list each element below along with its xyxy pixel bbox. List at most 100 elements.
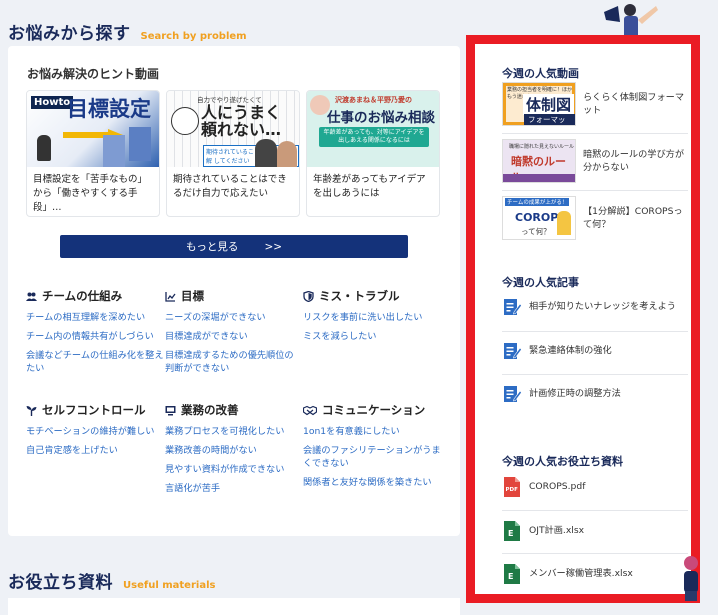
video-thumbnail[interactable]: 職場に隠れた見えないルール 暗黙のルール (502, 139, 576, 183)
category-communication: コミュニケーション 1on1を有意義にしたい 会議のファシリテーションがうまくで… (303, 402, 443, 495)
problem-search-card: お悩み解決のヒント動画 Howto 目標設定 目標設定を「苦手なもの」から「働き… (8, 46, 460, 536)
category-mistake: ミス・トラブル リスクを事前に洗い出したい ミスを減らしたい (303, 288, 443, 349)
popular-article-item[interactable]: 計画修正時の調整方法 (502, 384, 688, 404)
section-title-en: Useful materials (123, 580, 216, 591)
video-title[interactable]: らくらく体制図フォーマット (583, 91, 688, 118)
popular-articles-title: 今週の人気記事 (502, 276, 579, 289)
monitor-icon (165, 405, 176, 416)
excel-file-icon: E (502, 521, 522, 541)
category-goal: 目標 ニーズの深堀ができない 目標達成ができない 目標達成するための優先順位の判… (165, 288, 297, 381)
category-link[interactable]: 自己肯定感を上げたい (26, 444, 166, 457)
video-title[interactable]: 暗黙のルールの学び方が分からない (583, 148, 688, 175)
category-title: 目標 (181, 289, 204, 303)
popular-material-item[interactable]: PDF COROPS.pdf (502, 477, 688, 497)
category-heading[interactable]: チームの仕組み (26, 288, 166, 304)
category-link[interactable]: 会議などチームの仕組み化を整えたい (26, 349, 166, 376)
excel-file-icon: E (502, 564, 522, 584)
category-link[interactable]: チーム内の情報共有がしづらい (26, 330, 166, 343)
more-videos-button[interactable]: もっと見る >> (60, 235, 408, 258)
material-file-name[interactable]: COROPS.pdf (529, 480, 585, 493)
category-link[interactable]: ニーズの深堀ができない (165, 311, 297, 324)
article-title[interactable]: 計画修正時の調整方法 (529, 387, 621, 400)
hint-video-card[interactable]: 自力でやり遂げたくて 人にうまく頼れない… 期待されていることは自力で 分解 し… (166, 90, 300, 217)
video-thumbnail[interactable]: 自力でやり遂げたくて 人にうまく頼れない… 期待されていることは自力で 分解 し… (167, 91, 299, 167)
thumbnail-heading: 目標設定 (67, 97, 151, 121)
svg-text:PDF: PDF (506, 487, 519, 493)
hint-video-card[interactable]: Howto 目標設定 目標設定を「苦手なもの」から「働きやすくする手段」… (26, 90, 160, 217)
edit-document-icon (504, 386, 522, 402)
article-title[interactable]: 相手が知りたいナレッジを考えよう (529, 300, 676, 313)
video-thumbnail[interactable]: 業務の担当者を明確に！ほかもう迷わない 体制図 フォーマット (502, 82, 576, 126)
video-thumbnail[interactable]: チームの成果が上がる！ COROPS って何？ (502, 196, 576, 240)
popular-video-item[interactable]: 業務の担当者を明確に！ほかもう迷わない 体制図 フォーマット らくらく体制図フォ… (502, 82, 688, 126)
category-team: チームの仕組み チームの相互理解を深めたい チーム内の情報共有がしづらい 会議な… (26, 288, 166, 381)
popular-article-item[interactable]: 相手が知りたいナレッジを考えよう (502, 297, 688, 317)
divider (502, 553, 688, 554)
character-illustration (684, 556, 698, 601)
material-file-name[interactable]: OJT計画.xlsx (529, 524, 584, 537)
video-title[interactable]: 【1分解説】COROPSって何？ (583, 205, 688, 232)
popular-materials-title: 今週の人気お役立ち資料 (502, 455, 623, 468)
section-title-jp: お役立ち資料 (8, 573, 113, 593)
chart-icon (165, 291, 176, 302)
material-file-name[interactable]: メンバー稼働管理表.xlsx (529, 567, 633, 580)
building-graphic (129, 127, 151, 161)
category-link[interactable]: 目標達成ができない (165, 330, 297, 343)
category-title: コミュニケーション (322, 403, 426, 417)
video-title[interactable]: 目標設定を「苦手なもの」から「働きやすくする手段」… (27, 167, 159, 216)
svg-text:E: E (508, 529, 513, 538)
category-link[interactable]: 見やすい資料が作成できない (165, 463, 299, 476)
presenter-photo (277, 141, 297, 167)
category-link[interactable]: 目標達成するための優先順位の判断ができない (165, 349, 297, 376)
category-title: ミス・トラブル (319, 289, 400, 303)
popular-videos-title: 今週の人気動画 (502, 67, 579, 80)
divider (502, 331, 688, 332)
category-link[interactable]: リスクを事前に洗い出したい (303, 311, 443, 324)
thumbnail-subtext: フォーマット (524, 114, 575, 125)
hint-videos-title: お悩み解決のヒント動画 (27, 67, 160, 81)
arrow-graphic (63, 129, 123, 141)
category-link[interactable]: 関係者と友好な関係を築きたい (303, 476, 443, 489)
popular-material-item[interactable]: E メンバー稼働管理表.xlsx (502, 564, 688, 584)
video-thumbnail[interactable]: 沢渡あまね＆平野乃愛の 仕事のお悩み相談室 年齢差があっても、対等にアイデアを出… (307, 91, 439, 167)
category-heading[interactable]: コミュニケーション (303, 402, 443, 418)
category-link[interactable]: モチベーションの維持が難しい (26, 425, 166, 438)
category-link[interactable]: 業務プロセスを可視化したい (165, 425, 299, 438)
popular-material-item[interactable]: E OJT計画.xlsx (502, 521, 688, 541)
search-by-problem-heading: お悩みから探す Search by problem (8, 19, 247, 44)
materials-card (8, 598, 460, 615)
category-heading[interactable]: 業務の改善 (165, 402, 299, 418)
category-link[interactable]: 言語化が苦手 (165, 482, 299, 495)
category-link[interactable]: チームの相互理解を深めたい (26, 311, 166, 324)
category-heading[interactable]: 目標 (165, 288, 297, 304)
category-link[interactable]: 業務改善の時間がない (165, 444, 299, 457)
weekly-popular-sidebar: 今週の人気動画 業務の担当者を明確に！ほかもう迷わない 体制図 フォーマット ら… (466, 35, 700, 603)
hint-video-card[interactable]: 沢渡あまね＆平野乃愛の 仕事のお悩み相談室 年齢差があっても、対等にアイデアを出… (306, 90, 440, 217)
video-title[interactable]: 年齢差があってもアイデアを出しあうには (307, 167, 439, 207)
popular-video-item[interactable]: チームの成果が上がる！ COROPS って何？ 【1分解説】COROPSって何？ (502, 196, 688, 240)
divider (502, 190, 688, 191)
popular-video-item[interactable]: 職場に隠れた見えないルール 暗黙のルール 暗黙のルールの学び方が分からない (502, 139, 688, 183)
category-link[interactable]: 1on1を有意義にしたい (303, 425, 443, 438)
shield-icon (303, 290, 314, 302)
double-chevron-right-icon: >> (264, 240, 283, 253)
category-heading[interactable]: ミス・トラブル (303, 288, 443, 304)
edit-document-icon (504, 343, 522, 359)
category-title: 業務の改善 (181, 403, 239, 417)
article-title[interactable]: 緊急連絡体制の強化 (529, 344, 612, 357)
category-link[interactable]: 会議のファシリテーションがうまくできない (303, 444, 443, 471)
video-thumbnail[interactable]: Howto 目標設定 (27, 91, 159, 167)
thumbnail-presenters: 沢渡あまね＆平野乃愛の (335, 96, 412, 104)
section-title-en: Search by problem (140, 31, 247, 42)
category-link[interactable]: ミスを減らしたい (303, 330, 443, 343)
more-button-label: もっと見る (185, 241, 239, 253)
thumbnail-subtext: って何？ (521, 227, 551, 236)
thumbnail-heading: 体制図 (523, 94, 575, 115)
popular-article-item[interactable]: 緊急連絡体制の強化 (502, 341, 688, 361)
thumbnail-tagline: チームの成果が上がる！ (505, 198, 570, 206)
video-title[interactable]: 期待されていることはできるだけ自力で応えたい (167, 167, 299, 207)
handshake-icon (303, 405, 317, 416)
edit-document-icon (504, 299, 522, 315)
thumbnail-heading: 人にうまく頼れない… (201, 103, 282, 139)
category-heading[interactable]: セルフコントロール (26, 402, 166, 418)
